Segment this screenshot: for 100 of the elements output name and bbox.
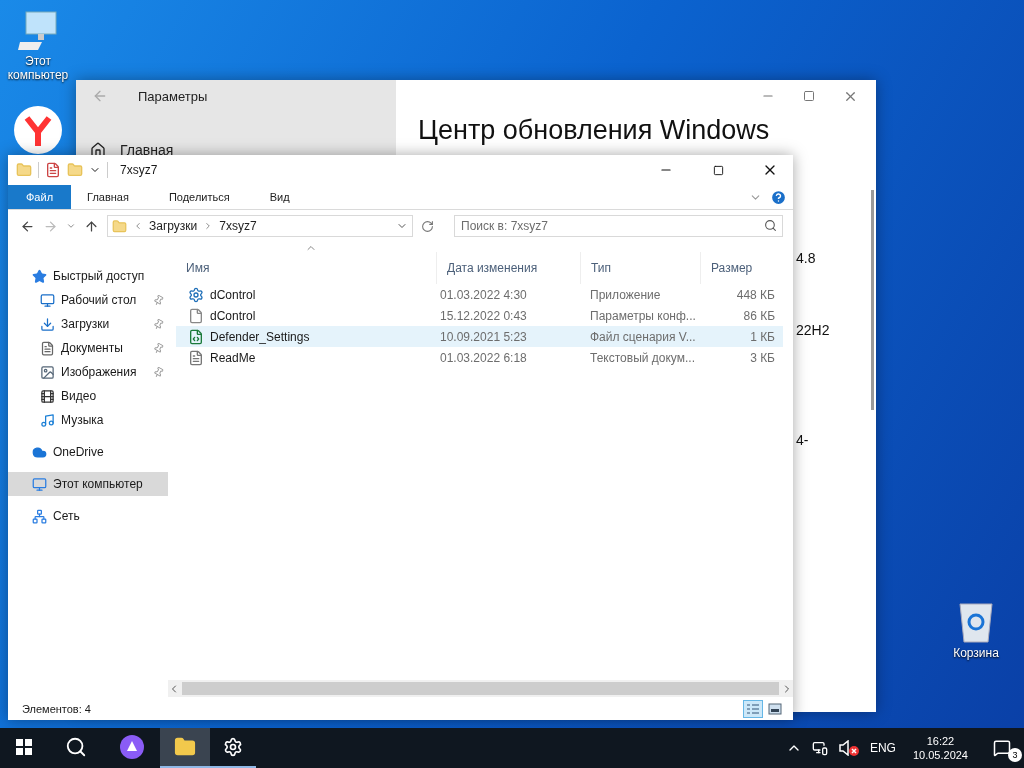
text-file-icon xyxy=(188,349,204,366)
ribbon-tab[interactable]: Вид xyxy=(253,185,306,209)
computer-icon xyxy=(16,8,60,52)
setting-text: 4- xyxy=(796,432,809,448)
overflow-icon xyxy=(133,221,143,231)
file-row[interactable]: ReadMe 01.03.2022 6:18 Текстовый докум... 3 КБ xyxy=(176,347,783,368)
pin-icon xyxy=(151,340,166,356)
desktop-icon-label: Корзина xyxy=(953,646,999,660)
file-icon xyxy=(188,307,204,324)
ribbon-tab[interactable]: Главная xyxy=(71,185,145,209)
column-header[interactable]: Тип xyxy=(580,252,700,284)
home-icon xyxy=(90,142,106,158)
network-icon xyxy=(811,740,828,756)
table-cell-text: 15.12.2022 0:43 xyxy=(439,308,528,323)
maximize-icon xyxy=(712,164,724,176)
file-name: Defender_Settings xyxy=(210,329,311,344)
nav-item[interactable]: Изображения xyxy=(8,360,168,384)
recycle-bin-icon xyxy=(956,600,996,644)
help-icon[interactable] xyxy=(770,188,787,206)
file-row[interactable]: dControl 15.12.2022 0:43 Параметры конф... 86 КБ xyxy=(176,305,783,326)
back-icon[interactable] xyxy=(20,218,35,234)
breadcrumb[interactable]: 7xsyz7 xyxy=(219,219,257,233)
nav-item[interactable]: Быстрый доступ xyxy=(8,264,168,288)
file-name: dControl xyxy=(210,308,257,323)
pin-icon xyxy=(151,292,166,308)
assistant-icon xyxy=(120,735,144,759)
folder-icon xyxy=(16,162,32,178)
windows-logo-icon xyxy=(16,739,32,755)
clock[interactable]: 16:22 10.05.2024 xyxy=(900,728,980,768)
breadcrumb[interactable]: Загрузки xyxy=(149,219,198,233)
horizontal-scrollbar[interactable] xyxy=(168,680,793,697)
computer-icon xyxy=(32,476,47,492)
search-field[interactable]: Поиск в: 7xsyz7 xyxy=(454,215,783,237)
ribbon-tab[interactable]: Поделиться xyxy=(152,185,246,209)
star-icon xyxy=(32,268,47,284)
notifications-icon xyxy=(993,739,1011,757)
download-icon xyxy=(40,316,55,332)
address-bar[interactable]: Загрузки 7xsyz7 xyxy=(107,215,413,237)
file-row[interactable]: dControl 01.03.2022 4:30 Приложение 448 КБ xyxy=(176,284,783,305)
table-cell-text: 10.09.2021 5:23 xyxy=(439,329,528,344)
window-title: Параметры xyxy=(138,88,208,104)
window-title: 7xsyz7 xyxy=(120,163,159,177)
status-text: Элементов: 4 xyxy=(22,702,92,715)
search-icon xyxy=(65,736,87,758)
details-view-icon xyxy=(746,702,760,715)
table-cell-text: 448 КБ xyxy=(735,287,776,302)
file-name: dControl xyxy=(210,287,257,302)
nav-item[interactable]: Этот компьютер xyxy=(8,472,168,496)
table-cell-text: Текстовый докум... xyxy=(589,350,696,365)
table-cell-text: 86 КБ xyxy=(742,308,776,323)
table-cell-text: 01.03.2022 6:18 xyxy=(439,350,528,365)
table-cell-text: 01.03.2022 4:30 xyxy=(439,287,528,302)
refresh-icon[interactable] xyxy=(421,219,434,233)
nav-item[interactable]: Сеть xyxy=(8,504,168,528)
desktop-icon xyxy=(40,292,55,308)
nav-item[interactable]: Музыка xyxy=(8,408,168,432)
cloud-icon xyxy=(32,444,47,460)
table-cell-text: Файл сценария V... xyxy=(589,329,697,344)
document-icon xyxy=(40,340,55,356)
page-heading: Центр обновления Windows xyxy=(418,114,770,146)
column-header[interactable]: Размер xyxy=(700,252,780,284)
desktop-icon-label: Этот компьютер xyxy=(6,54,70,82)
nav-item[interactable]: Главная xyxy=(120,142,174,158)
maximize-icon[interactable] xyxy=(803,90,815,102)
table-cell-text: 3 КБ xyxy=(749,350,776,365)
nav-item[interactable]: OneDrive xyxy=(8,440,168,464)
script-icon xyxy=(188,328,204,345)
file-row[interactable]: Defender_Settings 10.09.2021 5:23 Файл сценария V... 1 КБ xyxy=(176,326,783,347)
scrollbar[interactable] xyxy=(871,190,874,410)
setting-text: 22H2 xyxy=(796,322,830,338)
up-icon[interactable] xyxy=(84,218,99,234)
taskbar-button[interactable] xyxy=(160,728,210,768)
gear-icon xyxy=(188,286,204,303)
table-cell-text: Приложение xyxy=(589,287,662,302)
notifications-button[interactable]: 3 xyxy=(980,728,1024,768)
image-icon xyxy=(40,364,55,380)
table-cell-text: 1 КБ xyxy=(749,329,776,344)
pin-icon xyxy=(151,364,166,380)
properties-icon[interactable] xyxy=(45,162,61,178)
table-cell-text: Параметры конф... xyxy=(589,308,697,323)
folder-icon xyxy=(174,736,196,758)
file-name: ReadMe xyxy=(210,350,257,365)
music-icon xyxy=(40,412,55,428)
setting-text: 4.8 xyxy=(796,250,816,266)
search-icon xyxy=(764,219,777,232)
thumbnails-view-icon xyxy=(768,702,782,715)
nav-item[interactable]: Рабочий стол xyxy=(8,288,168,312)
column-header[interactable]: Имя xyxy=(176,252,436,284)
recent-icon[interactable] xyxy=(66,221,76,231)
nav-item[interactable]: Документы xyxy=(8,336,168,360)
ribbon-tab[interactable]: Файл xyxy=(8,185,72,209)
muted-speaker-icon xyxy=(837,740,860,756)
nav-item[interactable]: Видео xyxy=(8,384,168,408)
folder-icon xyxy=(112,218,127,234)
column-header[interactable]: Дата изменения xyxy=(436,252,580,284)
pin-icon xyxy=(151,316,166,332)
language-button[interactable]: ENG xyxy=(864,728,901,768)
nav-item[interactable]: Загрузки xyxy=(8,312,168,336)
film-icon xyxy=(40,388,55,404)
network-icon xyxy=(32,508,47,524)
